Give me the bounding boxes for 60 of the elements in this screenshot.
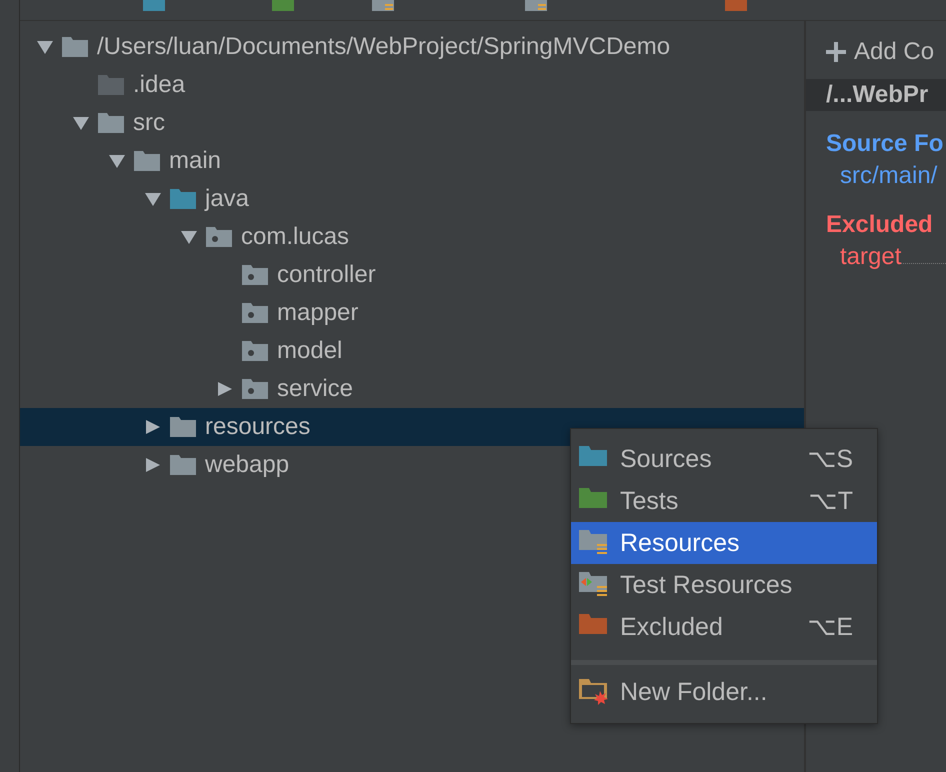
section-title: Source Fo <box>826 129 944 159</box>
tree-row[interactable]: main <box>20 142 804 180</box>
folder-icon <box>206 227 232 247</box>
add-content-root-button[interactable]: Add Co <box>826 37 946 67</box>
tree-row[interactable]: mapper <box>20 294 804 332</box>
folder-icon <box>579 572 609 598</box>
folder-icon <box>170 417 196 437</box>
menu-item[interactable]: New Folder... <box>571 671 877 713</box>
folder-icon <box>98 113 124 133</box>
folder-icon <box>579 679 609 705</box>
tree-row[interactable]: /Users/luan/Documents/WebProject/SpringMVCDemo <box>20 28 804 66</box>
folder-path: target <box>840 242 902 272</box>
folder-name: java <box>205 185 250 213</box>
tree-row[interactable]: controller <box>20 256 804 294</box>
tree-row[interactable]: java <box>20 180 804 218</box>
menu-item[interactable]: Tests ⌥T <box>571 480 877 522</box>
tree-row[interactable]: com.lucas <box>20 218 804 256</box>
folder-name: model <box>277 337 342 365</box>
folder-icon <box>170 189 196 209</box>
folder-name: service <box>277 375 354 403</box>
collapsed-arrow-icon[interactable] <box>216 381 234 397</box>
expanded-arrow-icon[interactable] <box>36 39 54 55</box>
shortcut-label: ⌥T <box>808 486 853 516</box>
content-root-header: /...WebPr <box>806 79 946 111</box>
folder-name: /Users/luan/Documents/WebProject/SpringMVCDemo <box>97 33 670 61</box>
expanded-arrow-icon[interactable] <box>144 191 162 207</box>
expanded-arrow-icon[interactable] <box>72 115 90 131</box>
tree-row[interactable]: model <box>20 332 804 370</box>
folder-name: mapper <box>277 299 358 327</box>
folder-name: resources <box>205 413 310 441</box>
folder-icon <box>242 265 268 285</box>
folder-name: src <box>133 109 165 137</box>
collapsed-arrow-icon[interactable] <box>144 419 162 435</box>
folder-icon <box>134 151 160 171</box>
folder-icon <box>98 75 124 95</box>
folder-name: .idea <box>133 71 186 99</box>
folder-icon <box>242 379 268 399</box>
tree-row[interactable]: service <box>20 370 804 408</box>
tree-row[interactable]: src <box>20 104 804 142</box>
menu-item[interactable]: Excluded ⌥E <box>571 606 877 648</box>
folder-name: webapp <box>205 451 290 479</box>
folder-icon <box>170 455 196 475</box>
folder-name: main <box>169 147 222 175</box>
folder-name: controller <box>277 261 376 289</box>
folder-icon <box>242 341 268 361</box>
folder-name: com.lucas <box>241 223 350 251</box>
collapsed-arrow-icon[interactable] <box>144 457 162 473</box>
menu-item[interactable]: Resources <box>571 522 877 564</box>
plus-icon <box>826 42 846 62</box>
folder-icon <box>242 303 268 323</box>
folder-path: src/main/ <box>840 161 938 191</box>
tree-row[interactable]: .idea <box>20 66 804 104</box>
section-title: Excluded <box>826 210 934 240</box>
expanded-arrow-icon[interactable] <box>180 229 198 245</box>
shortcut-label: ⌥E <box>807 612 853 642</box>
folder-icon <box>62 37 88 57</box>
folder-icon <box>579 530 609 556</box>
menu-item[interactable]: Test Resources <box>571 564 877 606</box>
shortcut-label: ⌥S <box>807 444 853 474</box>
expanded-arrow-icon[interactable] <box>108 153 126 169</box>
